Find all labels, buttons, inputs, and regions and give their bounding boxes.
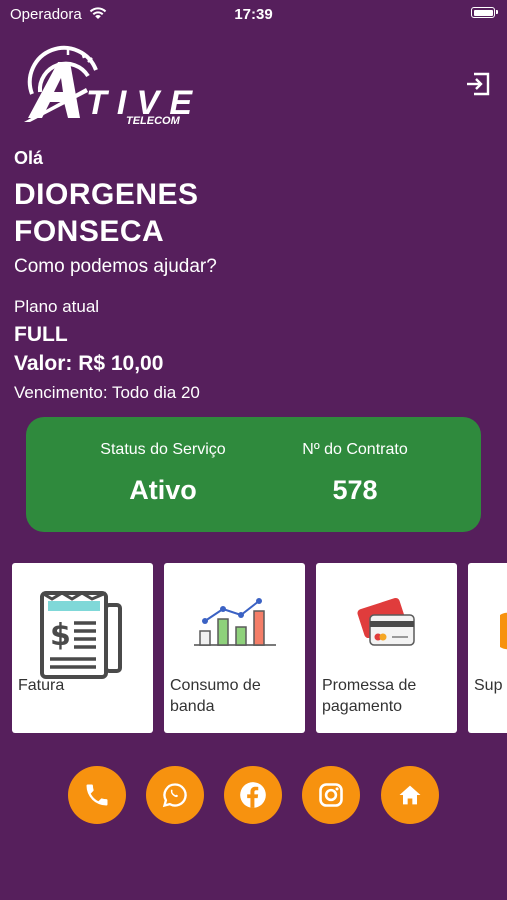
social-buttons [0,766,507,824]
logout-icon[interactable] [464,70,492,98]
tile-promessa-de-pagamento[interactable]: Promessa de pagamento [316,563,457,733]
service-tiles: $ Fatura Consumo de banda Promessa de pa… [12,563,507,733]
plan-label: Plano atual [14,297,100,316]
service-status-title: Status do Serviço [100,441,226,458]
status-bar: Operadora 17:39 [0,0,507,30]
facebook-button[interactable] [224,766,282,824]
plan-value: Valor: R$ 10,00 [14,352,164,375]
plan-due-date: Vencimento: Todo dia 20 [14,383,200,402]
clock: 17:39 [234,6,273,23]
instagram-icon [319,783,343,807]
tile-label: Sup [474,677,503,694]
svg-text:TELECOM: TELECOM [126,115,181,126]
plan-name: FULL [14,323,68,346]
help-text: Como podemos ajudar? [14,256,217,277]
tile-suporte[interactable]: Sup [468,563,507,733]
credit-card-icon [357,597,415,646]
tile-label: Fatura [18,677,65,694]
contract-number: Nº do Contrato 578 [255,417,455,506]
support-icon [500,612,507,650]
phone-button[interactable] [68,766,126,824]
greeting: Olá [14,148,44,168]
battery-icon [471,7,498,18]
phone-icon [86,784,108,806]
service-status: Status do Serviço Ativo [63,417,263,506]
service-status-card: Status do Serviço Ativo Nº do Contrato 5… [26,417,481,532]
home-button[interactable] [381,766,439,824]
home-icon [399,785,421,805]
invoice-icon: $ [40,591,122,679]
contract-number-title: Nº do Contrato [302,441,408,458]
service-status-value: Ativo [129,475,197,505]
instagram-button[interactable] [302,766,360,824]
tile-consumo-de-banda[interactable]: Consumo de banda [164,563,305,733]
facebook-icon [240,782,266,808]
tile-fatura[interactable]: $ Fatura [12,563,153,733]
contract-number-value: 578 [332,475,378,505]
whatsapp-button[interactable] [146,766,204,824]
whatsapp-icon [162,783,187,808]
user-name: DIORGENES FONSECA [14,178,199,248]
svg-text:$: $ [50,618,71,653]
tile-label: Consumo de banda [170,677,261,715]
tile-label: Promessa de pagamento [322,677,417,715]
bar-chart-icon [194,598,276,646]
ative-telecom-logo: TIVE TELECOM [24,45,193,126]
